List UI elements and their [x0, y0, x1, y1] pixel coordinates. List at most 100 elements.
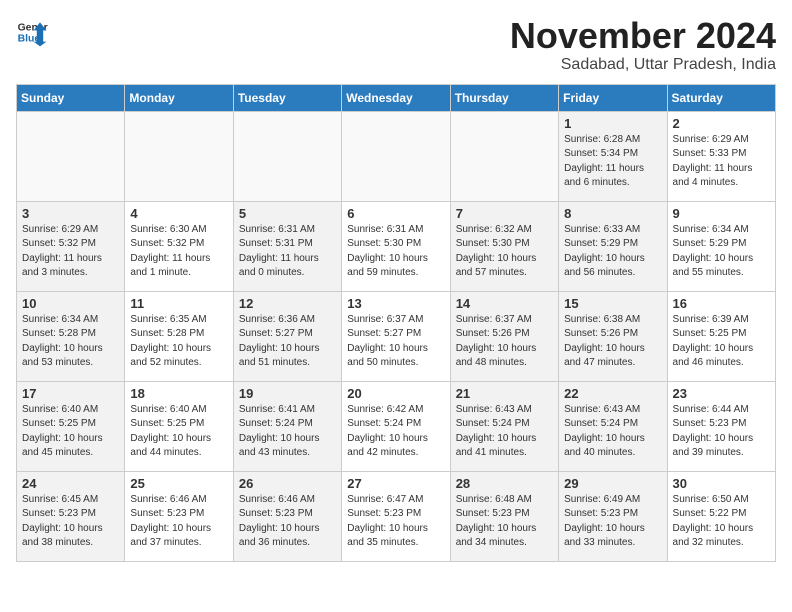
day-info: Sunrise: 6:29 AM Sunset: 5:32 PM Dayligh…: [22, 223, 119, 281]
calendar-week-row: 10 Sunrise: 6:34 AM Sunset: 5:28 PM Dayli…: [17, 291, 776, 381]
day-number: 24: [22, 476, 119, 491]
day-info: Sunrise: 6:28 AM Sunset: 5:34 PM Dayligh…: [564, 133, 661, 191]
day-info: Sunrise: 6:46 AM Sunset: 5:23 PM Dayligh…: [130, 493, 227, 551]
calendar-day-cell: 19 Sunrise: 6:41 AM Sunset: 5:24 PM Dayli…: [233, 381, 341, 471]
day-number: 8: [564, 206, 661, 221]
day-info: Sunrise: 6:41 AM Sunset: 5:24 PM Dayligh…: [239, 403, 336, 461]
day-info: Sunrise: 6:31 AM Sunset: 5:30 PM Dayligh…: [347, 223, 444, 281]
day-info: Sunrise: 6:33 AM Sunset: 5:29 PM Dayligh…: [564, 223, 661, 281]
calendar-day-cell: 14 Sunrise: 6:37 AM Sunset: 5:26 PM Dayli…: [450, 291, 558, 381]
day-number: 5: [239, 206, 336, 221]
calendar-day-cell: 12Sunrise: 6:36 AM Sunset: 5:27 PM Dayli…: [233, 291, 341, 381]
calendar-day-cell: 22 Sunrise: 6:43 AM Sunset: 5:24 PM Dayli…: [559, 381, 667, 471]
day-number: 27: [347, 476, 444, 491]
day-number: 14: [456, 296, 553, 311]
calendar-day-cell: 11 Sunrise: 6:35 AM Sunset: 5:28 PM Dayli…: [125, 291, 233, 381]
logo: General Blue: [16, 16, 48, 48]
day-number: 19: [239, 386, 336, 401]
calendar-week-row: 17 Sunrise: 6:40 AM Sunset: 5:25 PM Dayli…: [17, 381, 776, 471]
day-info: Sunrise: 6:37 AM Sunset: 5:26 PM Dayligh…: [456, 313, 553, 371]
day-number: 7: [456, 206, 553, 221]
calendar-day-cell: 20 Sunrise: 6:42 AM Sunset: 5:24 PM Dayli…: [342, 381, 450, 471]
calendar-table: SundayMondayTuesdayWednesdayThursdayFrid…: [16, 84, 776, 562]
day-info: Sunrise: 6:37 AM Sunset: 5:27 PM Dayligh…: [347, 313, 444, 371]
calendar-day-cell: 26Sunrise: 6:46 AM Sunset: 5:23 PM Dayli…: [233, 471, 341, 561]
day-number: 23: [673, 386, 770, 401]
calendar-day-cell: 29 Sunrise: 6:49 AM Sunset: 5:23 PM Dayli…: [559, 471, 667, 561]
day-number: 30: [673, 476, 770, 491]
calendar-day-cell: 2Sunrise: 6:29 AM Sunset: 5:33 PM Daylig…: [667, 111, 775, 201]
day-info: Sunrise: 6:43 AM Sunset: 5:24 PM Dayligh…: [456, 403, 553, 461]
day-number: 29: [564, 476, 661, 491]
calendar-day-cell: 3 Sunrise: 6:29 AM Sunset: 5:32 PM Daylig…: [17, 201, 125, 291]
calendar-day-cell: 6 Sunrise: 6:31 AM Sunset: 5:30 PM Daylig…: [342, 201, 450, 291]
calendar-day-cell: 18Sunrise: 6:40 AM Sunset: 5:25 PM Dayli…: [125, 381, 233, 471]
calendar-week-row: 24 Sunrise: 6:45 AM Sunset: 5:23 PM Dayli…: [17, 471, 776, 561]
calendar-day-cell: [17, 111, 125, 201]
calendar-day-cell: 16 Sunrise: 6:39 AM Sunset: 5:25 PM Dayli…: [667, 291, 775, 381]
day-number: 3: [22, 206, 119, 221]
day-number: 1: [564, 116, 661, 131]
day-number: 11: [130, 296, 227, 311]
day-info: Sunrise: 6:39 AM Sunset: 5:25 PM Dayligh…: [673, 313, 770, 371]
weekday-header-row: SundayMondayTuesdayWednesdayThursdayFrid…: [17, 84, 776, 111]
day-info: Sunrise: 6:34 AM Sunset: 5:28 PM Dayligh…: [22, 313, 119, 371]
day-number: 13: [347, 296, 444, 311]
day-number: 6: [347, 206, 444, 221]
day-number: 18: [130, 386, 227, 401]
calendar-day-cell: 10 Sunrise: 6:34 AM Sunset: 5:28 PM Dayli…: [17, 291, 125, 381]
calendar-day-cell: 24 Sunrise: 6:45 AM Sunset: 5:23 PM Dayli…: [17, 471, 125, 561]
day-number: 17: [22, 386, 119, 401]
day-info: Sunrise: 6:49 AM Sunset: 5:23 PM Dayligh…: [564, 493, 661, 551]
day-number: 4: [130, 206, 227, 221]
day-info: Sunrise: 6:36 AM Sunset: 5:27 PM Dayligh…: [239, 313, 336, 371]
title-area: November 2024 Sadabad, Uttar Pradesh, In…: [510, 16, 776, 74]
calendar-day-cell: [233, 111, 341, 201]
calendar-day-cell: 9Sunrise: 6:34 AM Sunset: 5:29 PM Daylig…: [667, 201, 775, 291]
calendar-day-cell: 17 Sunrise: 6:40 AM Sunset: 5:25 PM Dayli…: [17, 381, 125, 471]
calendar-week-row: 3 Sunrise: 6:29 AM Sunset: 5:32 PM Daylig…: [17, 201, 776, 291]
calendar-day-cell: 13 Sunrise: 6:37 AM Sunset: 5:27 PM Dayli…: [342, 291, 450, 381]
calendar-day-cell: 28Sunrise: 6:48 AM Sunset: 5:23 PM Dayli…: [450, 471, 558, 561]
day-info: Sunrise: 6:38 AM Sunset: 5:26 PM Dayligh…: [564, 313, 661, 371]
day-number: 28: [456, 476, 553, 491]
day-info: Sunrise: 6:44 AM Sunset: 5:23 PM Dayligh…: [673, 403, 770, 461]
day-info: Sunrise: 6:35 AM Sunset: 5:28 PM Dayligh…: [130, 313, 227, 371]
calendar-day-cell: 8 Sunrise: 6:33 AM Sunset: 5:29 PM Daylig…: [559, 201, 667, 291]
day-info: Sunrise: 6:50 AM Sunset: 5:22 PM Dayligh…: [673, 493, 770, 551]
day-number: 2: [673, 116, 770, 131]
calendar-day-cell: 27 Sunrise: 6:47 AM Sunset: 5:23 PM Dayli…: [342, 471, 450, 561]
weekday-header-cell: Wednesday: [342, 84, 450, 111]
day-number: 10: [22, 296, 119, 311]
day-info: Sunrise: 6:40 AM Sunset: 5:25 PM Dayligh…: [22, 403, 119, 461]
day-number: 20: [347, 386, 444, 401]
weekday-header-cell: Sunday: [17, 84, 125, 111]
day-info: Sunrise: 6:42 AM Sunset: 5:24 PM Dayligh…: [347, 403, 444, 461]
calendar-day-cell: 25 Sunrise: 6:46 AM Sunset: 5:23 PM Dayli…: [125, 471, 233, 561]
day-info: Sunrise: 6:30 AM Sunset: 5:32 PM Dayligh…: [130, 223, 227, 281]
day-info: Sunrise: 6:46 AM Sunset: 5:23 PM Dayligh…: [239, 493, 336, 551]
logo-icon: General Blue: [16, 16, 48, 48]
day-info: Sunrise: 6:43 AM Sunset: 5:24 PM Dayligh…: [564, 403, 661, 461]
calendar-day-cell: 15 Sunrise: 6:38 AM Sunset: 5:26 PM Dayli…: [559, 291, 667, 381]
day-number: 22: [564, 386, 661, 401]
day-number: 16: [673, 296, 770, 311]
calendar-day-cell: 7 Sunrise: 6:32 AM Sunset: 5:30 PM Daylig…: [450, 201, 558, 291]
day-info: Sunrise: 6:32 AM Sunset: 5:30 PM Dayligh…: [456, 223, 553, 281]
month-title: November 2024: [510, 16, 776, 56]
calendar-day-cell: [342, 111, 450, 201]
calendar-week-row: 1 Sunrise: 6:28 AM Sunset: 5:34 PM Daylig…: [17, 111, 776, 201]
calendar-day-cell: 21 Sunrise: 6:43 AM Sunset: 5:24 PM Dayli…: [450, 381, 558, 471]
weekday-header-cell: Saturday: [667, 84, 775, 111]
page-header: General Blue November 2024 Sadabad, Utta…: [16, 16, 776, 74]
calendar-day-cell: 5Sunrise: 6:31 AM Sunset: 5:31 PM Daylig…: [233, 201, 341, 291]
day-info: Sunrise: 6:45 AM Sunset: 5:23 PM Dayligh…: [22, 493, 119, 551]
day-number: 15: [564, 296, 661, 311]
day-info: Sunrise: 6:47 AM Sunset: 5:23 PM Dayligh…: [347, 493, 444, 551]
day-info: Sunrise: 6:34 AM Sunset: 5:29 PM Dayligh…: [673, 223, 770, 281]
weekday-header-cell: Friday: [559, 84, 667, 111]
calendar-body: 1 Sunrise: 6:28 AM Sunset: 5:34 PM Daylig…: [17, 111, 776, 561]
weekday-header-cell: Monday: [125, 84, 233, 111]
day-number: 21: [456, 386, 553, 401]
day-number: 25: [130, 476, 227, 491]
